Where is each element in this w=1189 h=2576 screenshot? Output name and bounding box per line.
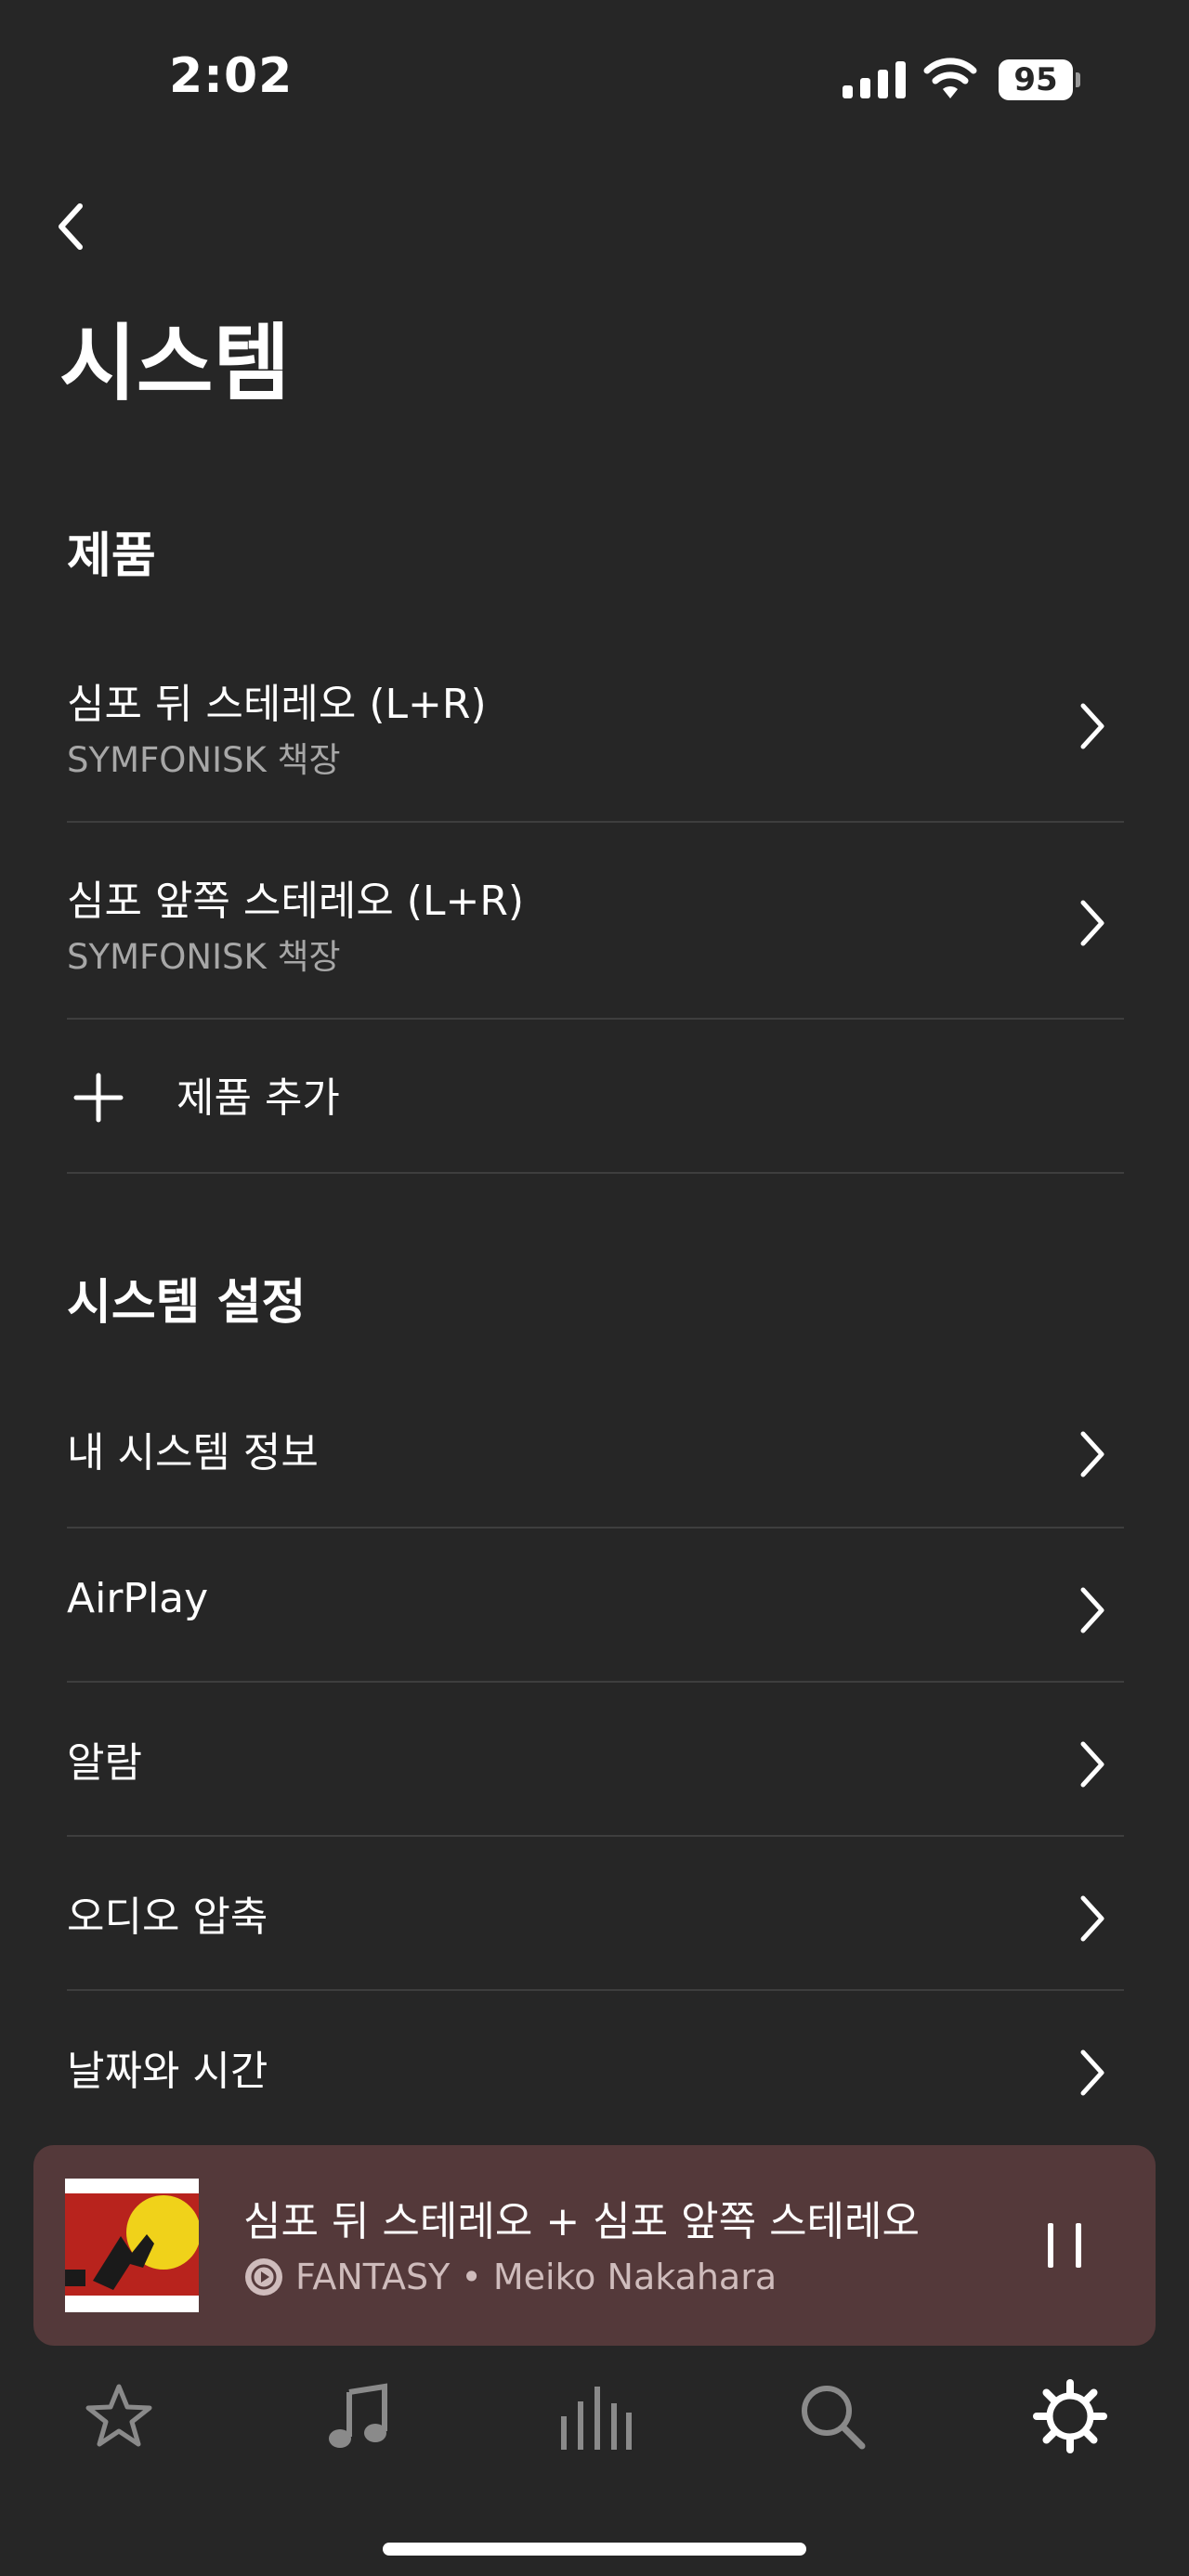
divider [67,1172,1124,1174]
chevron-right-icon [1080,1741,1104,1788]
product-model: SYMFONISK 책장 [67,937,341,977]
plus-icon [73,1073,124,1123]
settings-item-label: 내 시스템 정보 [67,1429,319,1477]
page-title: 시스템 [59,315,291,412]
settings-item-date-time[interactable]: 날짜와 시간 [67,1991,1124,2143]
settings-item-label: 날짜와 시간 [67,2048,268,2095]
settings-item-airplay[interactable]: AirPlay [67,1529,1124,1681]
product-model: SYMFONISK 책장 [67,740,341,780]
pause-icon[interactable] [1039,2221,1091,2270]
cellular-signal-icon [843,61,906,98]
music-note-icon[interactable] [321,2379,396,2453]
product-item[interactable]: 심포 앞쪽 스테레오 (L+R) SYMFONISK 책장 [67,847,1124,1014]
now-playing-subtitle: FANTASY • Meiko Nakahara [243,2257,777,2297]
settings-item-alarms[interactable]: 알람 [67,1683,1124,1835]
separator-dot: • [461,2257,482,2297]
album-art [65,2179,199,2312]
chevron-right-icon [1080,1431,1104,1477]
products-section-header: 제품 [67,528,156,584]
add-product-button[interactable]: 제품 추가 [67,1031,1124,1170]
battery-icon: 95 [999,59,1080,100]
now-playing-bar[interactable]: 심포 뒤 스테레오 + 심포 앞쪽 스테레오 FANTASY • Meiko N… [33,2145,1156,2346]
chevron-right-icon [1080,703,1104,749]
settings-item-label: 알람 [67,1739,142,1787]
home-indicator [383,2543,806,2556]
product-name: 심포 앞쪽 스테레오 (L+R) [67,878,525,925]
back-chevron-icon[interactable] [48,199,93,254]
chevron-right-icon [1080,1587,1104,1633]
divider [67,1018,1124,1020]
chevron-right-icon [1080,1895,1104,1942]
track-name: FANTASY [295,2257,451,2297]
chevron-right-icon [1080,2049,1104,2096]
settings-section-header: 시스템 설정 [67,1275,307,1331]
product-name: 심포 뒤 스테레오 (L+R) [67,681,487,728]
settings-item-audio-compression[interactable]: 오디오 압축 [67,1837,1124,1989]
star-icon[interactable] [82,2379,156,2453]
play-circle-icon [245,2258,282,2296]
add-product-label: 제품 추가 [176,1074,340,1122]
divider [67,821,1124,823]
rooms-bars-icon[interactable] [557,2379,632,2453]
now-playing-title: 심포 뒤 스테레오 + 심포 앞쪽 스테레오 [243,2198,920,2245]
product-item[interactable]: 심포 뒤 스테레오 (L+R) SYMFONISK 책장 [67,650,1124,817]
artist-name: Meiko Nakahara [492,2257,777,2297]
chevron-right-icon [1080,900,1104,946]
settings-item-system-info[interactable]: 내 시스템 정보 [67,1373,1124,1523]
status-time: 2:02 [169,48,294,104]
settings-item-label: 오디오 압축 [67,1893,268,1941]
settings-item-label: AirPlay [67,1575,209,1622]
wifi-icon [923,58,977,98]
gear-icon[interactable] [1033,2379,1107,2453]
battery-level: 95 [999,59,1073,100]
search-icon[interactable] [795,2379,869,2453]
